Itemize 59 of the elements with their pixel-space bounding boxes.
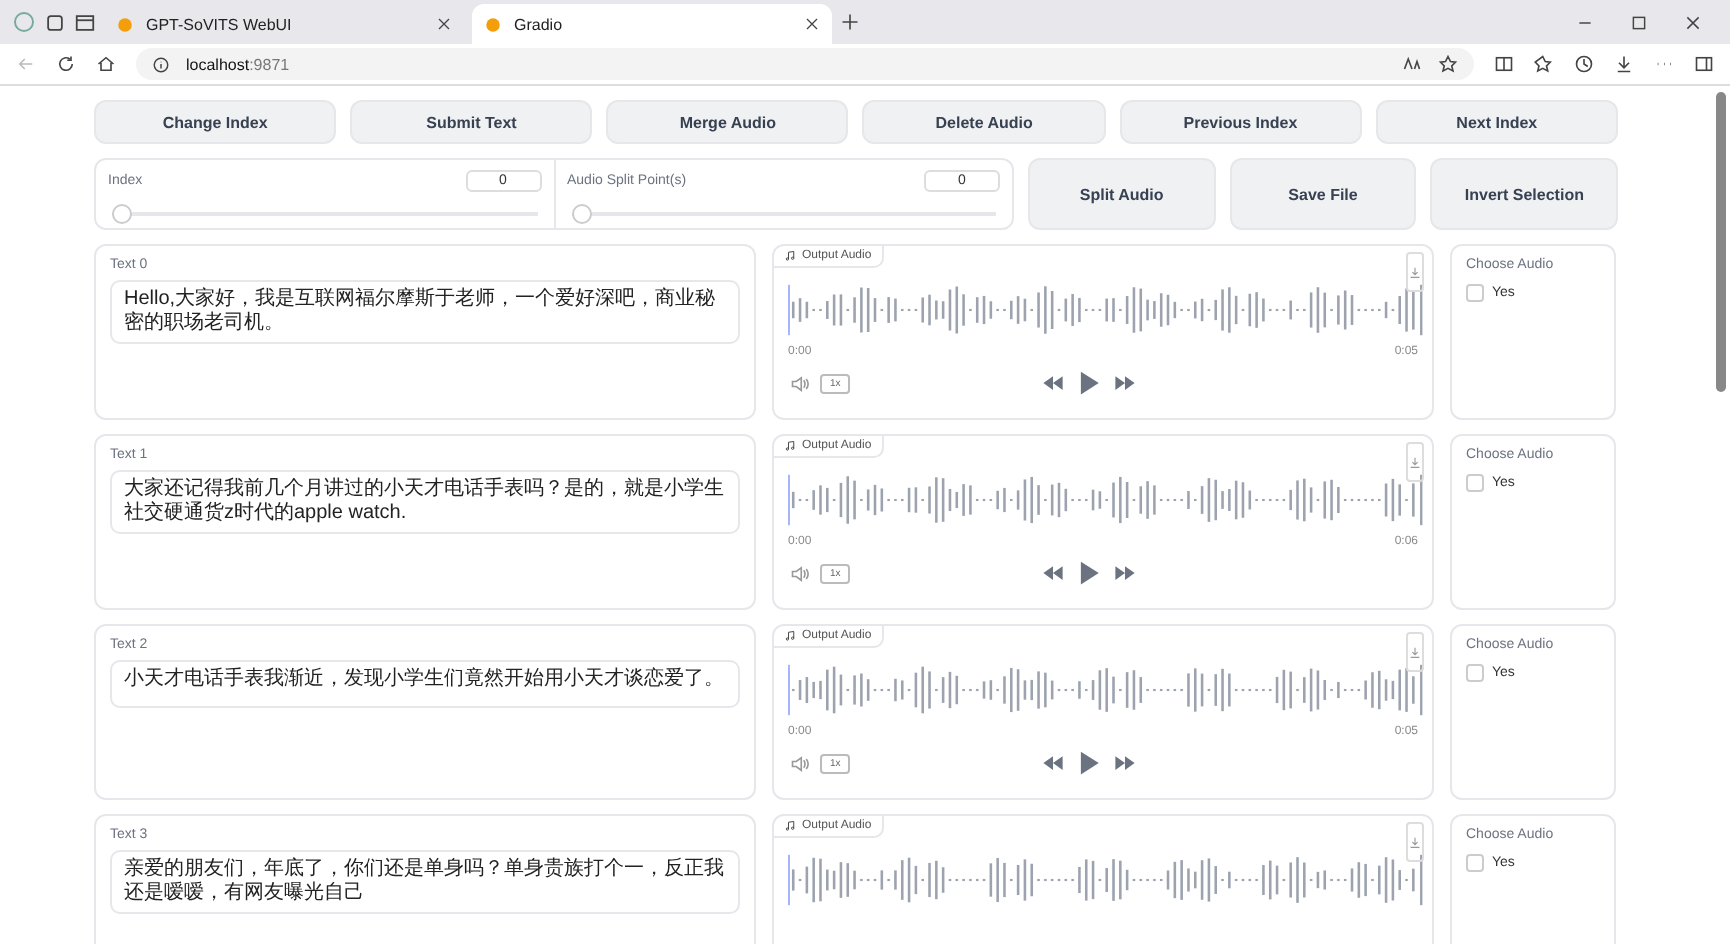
slider-track[interactable]: [571, 204, 996, 218]
checkbox[interactable]: [1466, 284, 1484, 302]
reload-icon[interactable]: [56, 54, 76, 74]
close-icon[interactable]: [804, 16, 820, 32]
checkbox[interactable]: [1466, 664, 1484, 682]
action-button[interactable]: Split Audio: [1028, 158, 1216, 230]
speaker-icon[interactable]: [788, 373, 812, 393]
play-icon[interactable]: [1075, 560, 1102, 586]
play-icon[interactable]: [1075, 370, 1102, 396]
action-button[interactable]: Save File: [1229, 158, 1417, 230]
action-button[interactable]: Merge Audio: [606, 100, 849, 144]
fast-forward-icon[interactable]: [1113, 372, 1136, 394]
action-button[interactable]: Invert Selection: [1430, 158, 1619, 230]
music-note-icon: [784, 440, 796, 452]
history-icon[interactable]: [1574, 54, 1594, 74]
slider-track[interactable]: [112, 204, 537, 218]
close-icon[interactable]: [436, 16, 452, 32]
slider-thumb[interactable]: [112, 204, 132, 224]
favorites-icon[interactable]: [1534, 54, 1554, 74]
rewind-icon[interactable]: [1041, 562, 1064, 584]
home-icon[interactable]: [96, 54, 116, 74]
split-screen-icon[interactable]: [1494, 54, 1514, 74]
sidebar-icon[interactable]: [1694, 54, 1714, 74]
action-button[interactable]: Delete Audio: [862, 100, 1106, 144]
close-icon[interactable]: [1684, 13, 1702, 31]
slider-thumb[interactable]: [571, 204, 591, 224]
text-field[interactable]: 小天才电话手表我渐近，发现小学生们竟然开始用小天才谈恋爱了。: [110, 660, 740, 708]
checkbox[interactable]: [1466, 474, 1484, 492]
favicon-icon: [116, 15, 134, 33]
music-note-icon: [784, 250, 796, 262]
music-note-icon: [784, 820, 796, 832]
browser-tab[interactable]: GPT-SoVITS WebUI: [104, 4, 464, 44]
scrollbar-thumb[interactable]: [1716, 92, 1726, 392]
text-field[interactable]: Hello,大家好，我是互联网福尔摩斯于老师，一个爱好深吧，商业秘密的职场老司机。: [110, 280, 740, 344]
text-field[interactable]: 大家还记得我前几个月讲过的小天才电话手表吗？是的，就是小学生社交硬通货z时代的apple watch.: [110, 470, 740, 534]
fast-forward-icon[interactable]: [1113, 752, 1136, 774]
speaker-icon[interactable]: [788, 563, 812, 583]
star-icon[interactable]: [1438, 54, 1458, 74]
tab-actions-icon: [74, 11, 96, 33]
action-button[interactable]: Previous Index: [1119, 100, 1362, 144]
play-icon[interactable]: [1075, 750, 1102, 776]
text-field[interactable]: 亲爱的朋友们，年底了，你们还是单身吗？单身贵族打个一，反正我还是嗳嗳，有网友曝光自己: [110, 850, 740, 914]
fast-forward-icon[interactable]: [1113, 562, 1136, 584]
favicon-icon: [484, 15, 502, 33]
action-button[interactable]: Next Index: [1375, 100, 1618, 144]
new-tab-icon[interactable]: [840, 12, 860, 32]
download-icon[interactable]: [1614, 54, 1634, 74]
music-note-icon: [784, 630, 796, 642]
browser-tab[interactable]: Gradio: [472, 4, 832, 44]
rewind-icon[interactable]: [1041, 372, 1064, 394]
checkbox[interactable]: [1466, 854, 1484, 872]
action-button[interactable]: Change Index: [94, 100, 337, 144]
speaker-icon[interactable]: [788, 753, 812, 773]
maximize-icon[interactable]: [1630, 13, 1648, 31]
info-icon: [152, 55, 170, 73]
action-button[interactable]: Submit Text: [350, 100, 593, 144]
address-bar[interactable]: localhost:9871: [136, 48, 1474, 80]
rewind-icon[interactable]: [1041, 752, 1064, 774]
workspaces-icon: [44, 11, 66, 33]
